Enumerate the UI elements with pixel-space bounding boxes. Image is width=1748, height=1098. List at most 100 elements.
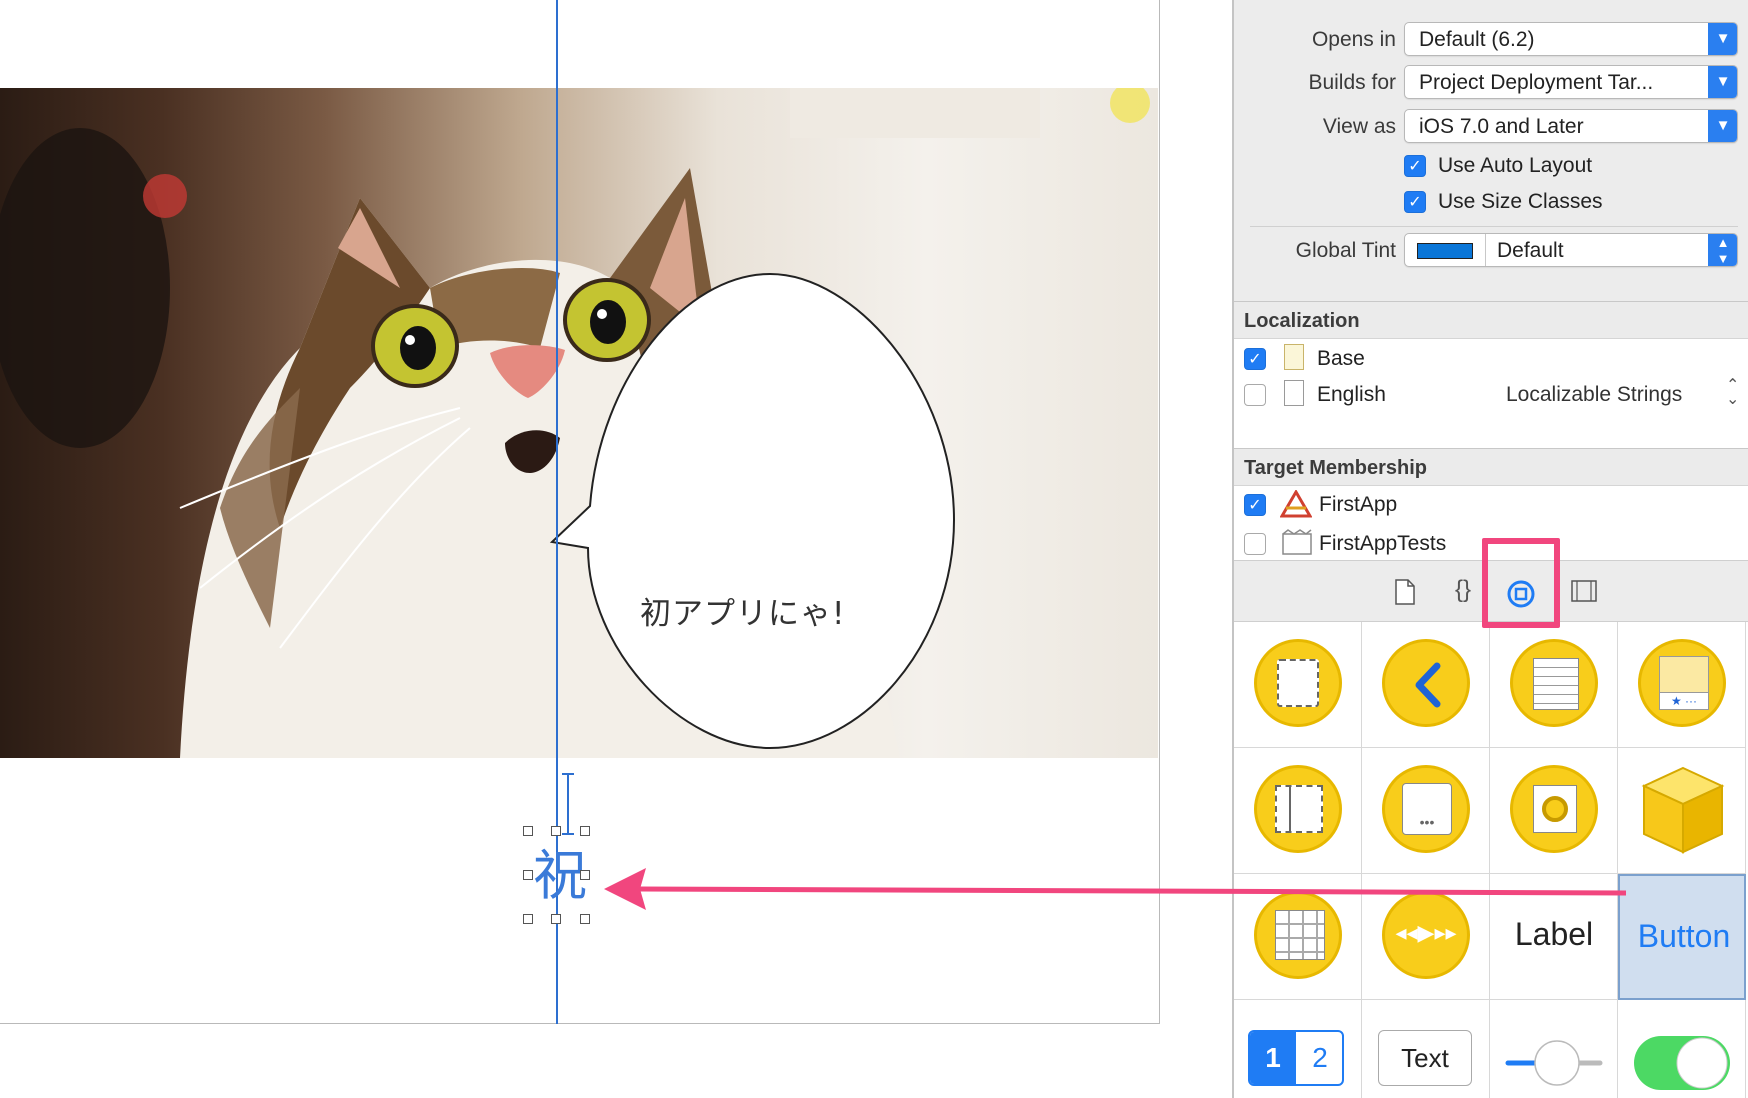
firstapptests-target-label: FirstAppTests: [1319, 532, 1447, 555]
glkit-view-controller-object[interactable]: [1490, 748, 1618, 874]
opens-in-popup[interactable]: Default (6.2) ▼: [1404, 22, 1738, 56]
chevron-down-icon: ▼: [1708, 23, 1737, 55]
builds-for-value: Project Deployment Tar...: [1419, 71, 1654, 94]
switch-object[interactable]: [1618, 1000, 1746, 1098]
document-icon: [1284, 380, 1304, 406]
global-tint-popup[interactable]: Default ▲ ▼: [1404, 233, 1738, 267]
slider-icon: [1505, 1040, 1603, 1086]
divider: [1250, 226, 1738, 227]
page-view-controller-object[interactable]: •••: [1362, 748, 1490, 874]
target-membership-title: Target Membership: [1244, 457, 1427, 479]
test-bundle-icon: [1282, 529, 1312, 555]
tab-bar-controller-object[interactable]: ★ ···: [1618, 622, 1746, 748]
resize-handle-br[interactable]: [580, 914, 590, 924]
resize-handle-tr[interactable]: [580, 826, 590, 836]
tint-color-swatch: [1417, 243, 1473, 259]
segment-1: 1: [1250, 1032, 1296, 1084]
use-size-classes-checkbox[interactable]: ✓: [1404, 191, 1426, 213]
av-player-view-controller-icon: ◂◂▶▸▸: [1382, 891, 1470, 979]
object-library-tab-highlight: [1482, 538, 1560, 628]
builds-for-label: Builds for: [1308, 71, 1396, 94]
navigation-controller-object[interactable]: [1362, 622, 1490, 748]
resize-handle-tl[interactable]: [523, 826, 533, 836]
view-controller-scene[interactable]: 初アプリにゃ! 祝: [0, 0, 1160, 1024]
builds-for-row: Builds for Project Deployment Tar... ▼: [1234, 65, 1748, 101]
label-object-text: Label: [1514, 916, 1594, 952]
view-as-label: View as: [1322, 115, 1396, 138]
glkit-view-controller-icon: [1510, 765, 1598, 853]
base-localization-label: Base: [1317, 347, 1365, 370]
opens-in-label: Opens in: [1311, 28, 1396, 51]
segmented-control-object[interactable]: 1 2: [1234, 1000, 1362, 1098]
slider-object[interactable]: [1490, 1000, 1618, 1098]
table-view-controller-object[interactable]: [1490, 622, 1618, 748]
object-cube-icon: [1641, 766, 1725, 854]
up-down-chevron-icon: ▲ ▼: [1708, 234, 1737, 266]
segment-2: 2: [1312, 1042, 1328, 1073]
resize-handle-bl[interactable]: [523, 914, 533, 924]
navigation-controller-icon: [1382, 639, 1470, 727]
text-field-icon: Text: [1378, 1030, 1472, 1086]
localization-section-header: Localization: [1234, 301, 1748, 339]
switch-icon: [1634, 1036, 1730, 1090]
xcode-window: 初アプリにゃ! 祝 Opens in Default (6.2) ▼ Build…: [0, 0, 1748, 1098]
file-template-icon[interactable]: [1390, 579, 1420, 605]
view-controller-icon: [1254, 639, 1342, 727]
page-view-controller-icon: •••: [1382, 765, 1470, 853]
global-tint-label: Global Tint: [1295, 239, 1396, 262]
builds-for-popup[interactable]: Project Deployment Tar... ▼: [1404, 65, 1738, 99]
view-as-row: View as iOS 7.0 and Later ▼: [1234, 109, 1748, 145]
localization-title: Localization: [1244, 310, 1360, 332]
split-view-controller-object[interactable]: [1234, 748, 1362, 874]
up-down-chevron-icon[interactable]: ⌃ ⌄: [1726, 378, 1739, 408]
text-field-object[interactable]: Text: [1362, 1000, 1490, 1098]
localization-type-popup[interactable]: Localizable Strings: [1506, 383, 1682, 407]
view-as-popup[interactable]: iOS 7.0 and Later ▼: [1404, 109, 1738, 143]
english-localization-label: English: [1317, 383, 1386, 406]
resize-handle-tc[interactable]: [551, 826, 561, 836]
view-controller-object[interactable]: [1234, 622, 1362, 748]
chevron-down-icon: ▼: [1708, 66, 1737, 98]
opens-in-value: Default (6.2): [1419, 28, 1535, 51]
label-object[interactable]: Label: [1490, 874, 1618, 1000]
use-auto-layout-label: Use Auto Layout: [1438, 154, 1593, 177]
table-view-controller-icon: [1510, 639, 1598, 727]
english-localization-checkbox[interactable]: [1244, 384, 1266, 406]
strings-file-icon: [1284, 344, 1304, 370]
media-library-icon[interactable]: [1569, 579, 1599, 603]
tint-divider: [1485, 234, 1486, 266]
collection-view-controller-object[interactable]: [1234, 874, 1362, 1000]
firstapp-target-checkbox[interactable]: ✓: [1244, 494, 1266, 516]
av-player-view-controller-object[interactable]: ◂◂▶▸▸: [1362, 874, 1490, 1000]
resize-handle-mr[interactable]: [580, 870, 590, 880]
cat-photo-illustration: [0, 88, 1150, 758]
target-membership-section-header: Target Membership: [1234, 448, 1748, 486]
speech-bubble-label[interactable]: 初アプリにゃ!: [640, 588, 845, 633]
view-as-value: iOS 7.0 and Later: [1419, 115, 1584, 138]
storyboard-canvas[interactable]: 初アプリにゃ! 祝: [0, 0, 1232, 1098]
firstapp-target-label: FirstApp: [1319, 493, 1398, 516]
firstapptests-target-checkbox[interactable]: [1244, 533, 1266, 555]
app-target-icon: [1280, 490, 1312, 518]
global-tint-value: Default: [1497, 239, 1564, 262]
object-object[interactable]: [1618, 748, 1746, 874]
resize-handle-ml[interactable]: [523, 870, 533, 880]
collection-view-controller-icon: [1254, 891, 1342, 979]
tab-bar-controller-icon: ★ ···: [1638, 639, 1726, 727]
segmented-control-icon: 1 2: [1248, 1030, 1344, 1086]
cat-image-view[interactable]: 初アプリにゃ!: [0, 88, 1158, 758]
split-view-controller-icon: [1254, 765, 1342, 853]
chevron-down-icon: ▼: [1708, 110, 1737, 142]
resize-handle-bc[interactable]: [551, 914, 561, 924]
object-library-grid: ★ ··· ••• ◂◂▶▸▸ Label Button 1 2 Text: [1234, 622, 1748, 1098]
global-tint-row: Global Tint Default ▲ ▼: [1234, 233, 1748, 269]
opens-in-row: Opens in Default (6.2) ▼: [1234, 22, 1748, 58]
utilities-panel: Opens in Default (6.2) ▼ Builds for Proj…: [1232, 0, 1748, 1098]
button-object-text: Button: [1637, 918, 1731, 954]
base-localization-checkbox[interactable]: ✓: [1244, 348, 1266, 370]
button-object[interactable]: Button: [1618, 874, 1746, 1000]
use-auto-layout-checkbox[interactable]: ✓: [1404, 155, 1426, 177]
code-snippet-icon[interactable]: {}: [1448, 576, 1478, 604]
vertical-spacing-constraint[interactable]: [561, 772, 575, 836]
localization-section: ✓ Base English Localizable Strings ⌃ ⌄: [1234, 339, 1748, 448]
